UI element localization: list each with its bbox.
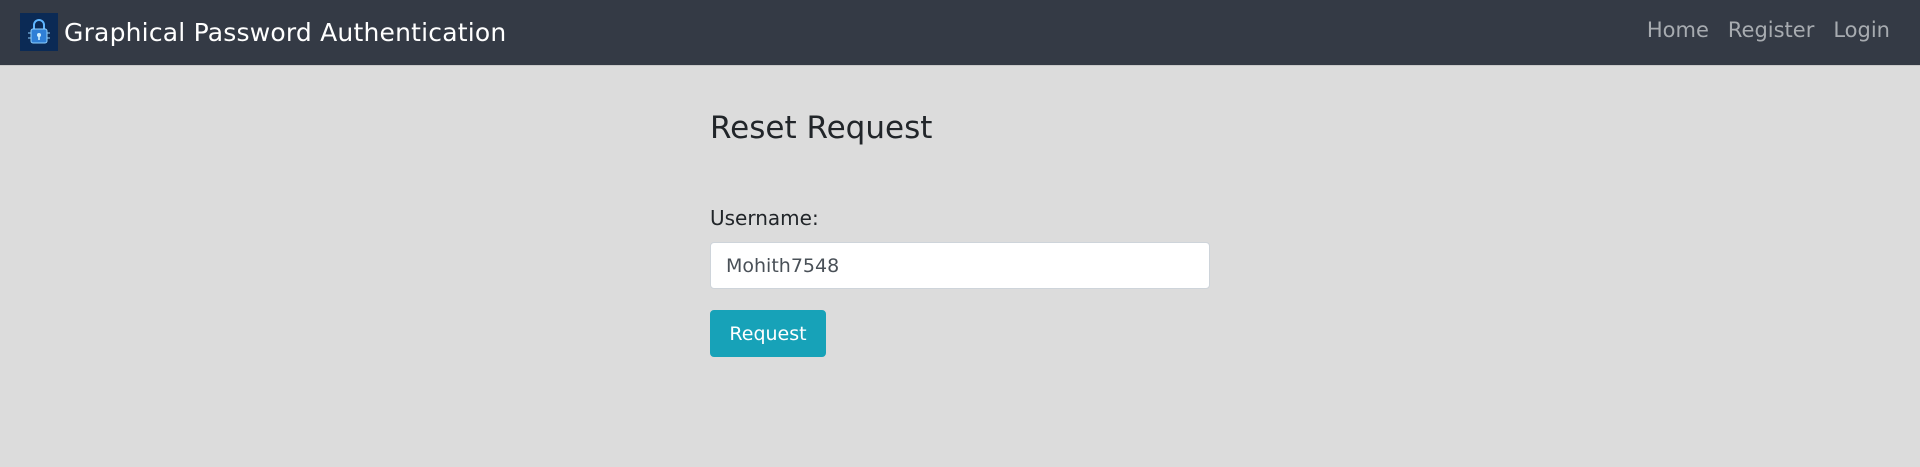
username-input[interactable]	[710, 242, 1210, 289]
reset-request-form: Reset Request Username: Request	[710, 110, 1210, 357]
brand[interactable]: Graphical Password Authentication	[20, 13, 506, 51]
top-navbar: Graphical Password Authentication Home R…	[0, 0, 1920, 66]
app-title: Graphical Password Authentication	[64, 17, 507, 47]
nav-link-home[interactable]: Home	[1647, 18, 1709, 42]
page-title: Reset Request	[710, 110, 933, 146]
username-label: Username:	[710, 206, 819, 230]
request-button[interactable]: Request	[710, 310, 826, 357]
nav-links: Home Register Login	[1628, 18, 1890, 42]
nav-link-login[interactable]: Login	[1833, 18, 1890, 42]
nav-link-register[interactable]: Register	[1728, 18, 1814, 42]
padlock-icon	[20, 13, 58, 51]
